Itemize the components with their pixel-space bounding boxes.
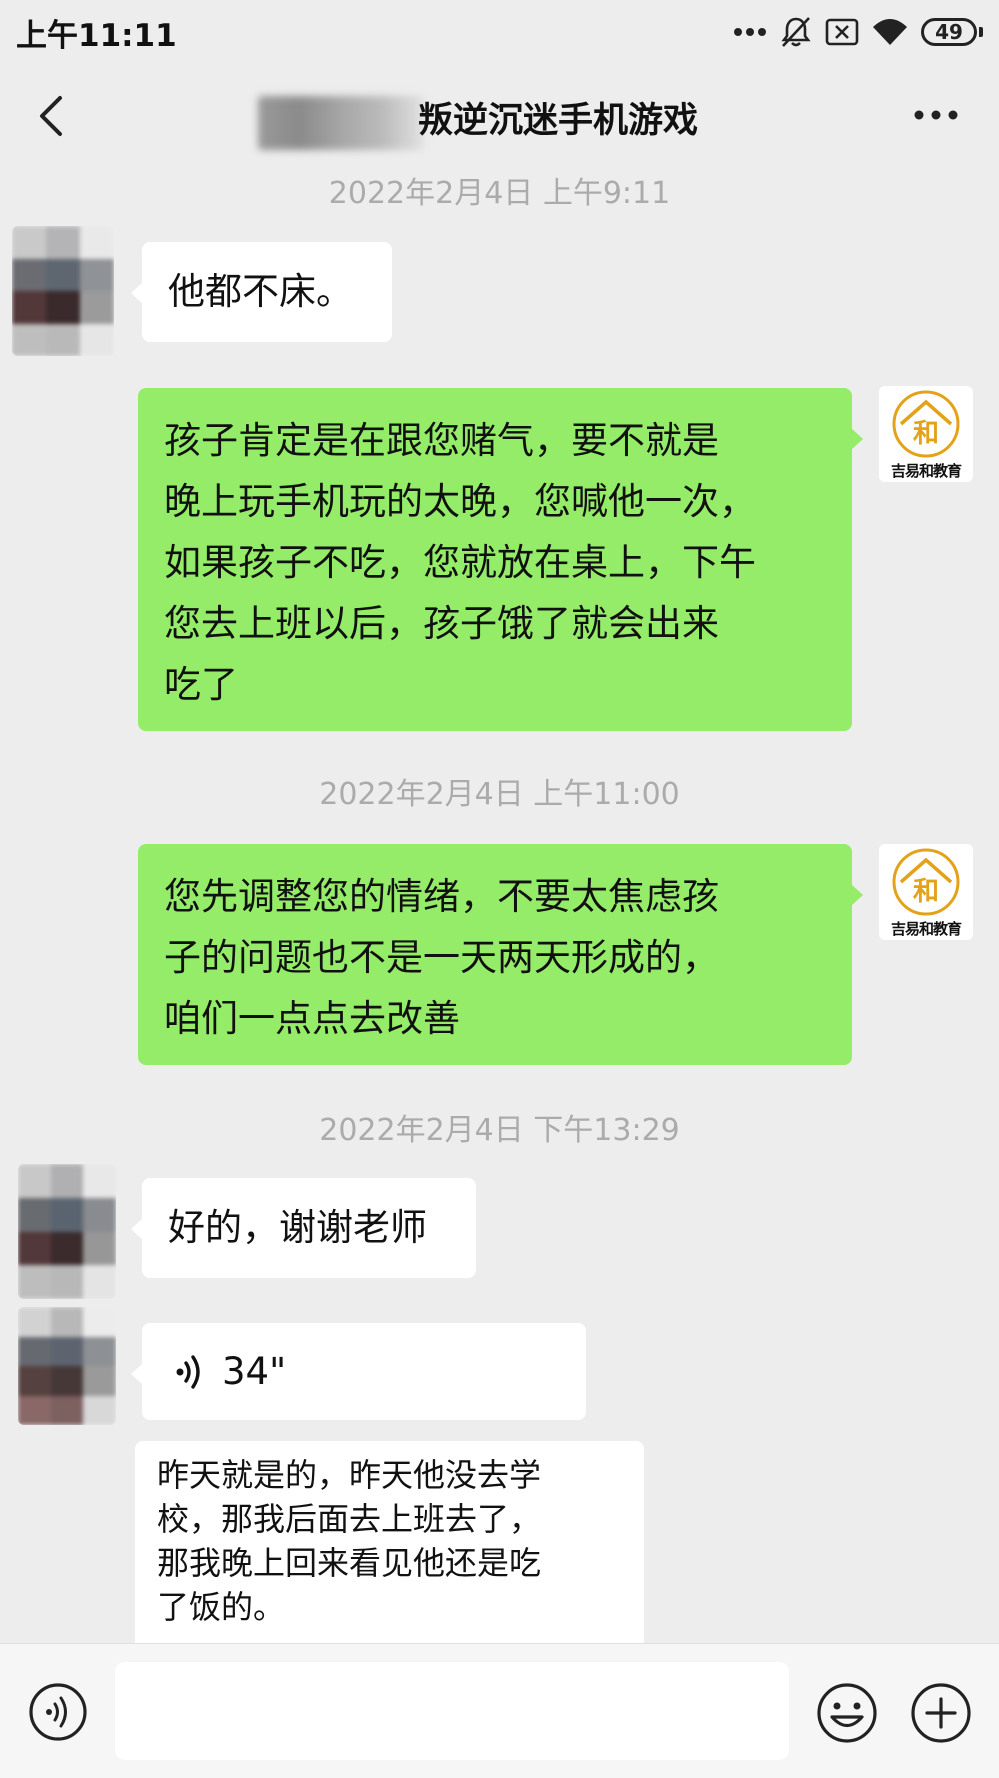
svg-text:和: 和: [913, 877, 939, 907]
svg-text:和: 和: [913, 419, 939, 449]
more-options-icon[interactable]: [913, 100, 959, 130]
back-arrow-icon[interactable]: [30, 92, 78, 140]
status-time: 上午11:11: [16, 18, 177, 54]
message-timestamp: 2022年2月4日 上午9:11: [328, 176, 671, 211]
no-sim-icon: [825, 18, 859, 46]
message-timestamp: 2022年2月4日 上午11:00: [319, 777, 680, 812]
input-bar: [0, 1643, 999, 1778]
more-dots-icon: [734, 28, 766, 36]
transcription-text: 昨天就是的，昨天他没去学 校，那我后面去上班去了， 那我晚上回来看见他还是吃 了…: [157, 1456, 542, 1626]
redacted-contact-name: [258, 96, 424, 150]
message-text: 他都不床。: [168, 270, 353, 313]
avatar[interactable]: [18, 1307, 116, 1425]
sender-logo-avatar[interactable]: 和 吉易和教育: [879, 386, 973, 482]
avatar[interactable]: [18, 1164, 116, 1299]
incoming-message-bubble[interactable]: 他都不床。: [131, 242, 392, 342]
status-icons: 49: [733, 12, 983, 52]
voice-message-bubble[interactable]: 34": [131, 1323, 586, 1420]
logo-label: 吉易和教育: [890, 920, 962, 938]
avatar[interactable]: [12, 226, 114, 356]
message-input[interactable]: [115, 1662, 789, 1760]
status-bar: 上午11:11 49: [0, 0, 999, 62]
chat-header: 叛逆沉迷手机游戏: [0, 62, 999, 170]
outgoing-message-bubble[interactable]: 孩子肯定是在跟您赌气，要不就是 晚上玩手机玩的太晚，您喊他一次， 如果孩子不吃，…: [138, 388, 863, 731]
mute-icon: [781, 17, 811, 47]
message-timestamp: 2022年2月4日 下午13:29: [319, 1113, 680, 1148]
message-text: 孩子肯定是在跟您赌气，要不就是 晚上玩手机玩的太晚，您喊他一次， 如果孩子不吃，…: [164, 419, 756, 706]
plus-icon[interactable]: [910, 1682, 972, 1744]
voice-transcription[interactable]: 昨天就是的，昨天他没去学 校，那我后面去上班去了， 那我晚上回来看见他还是吃 了…: [135, 1441, 644, 1651]
incoming-message-bubble[interactable]: 好的，谢谢老师: [131, 1178, 476, 1278]
message-text: 好的，谢谢老师: [168, 1206, 427, 1249]
sender-logo-avatar[interactable]: 和 吉易和教育: [879, 844, 973, 940]
wifi-icon: [873, 19, 907, 45]
voice-input-icon[interactable]: [28, 1682, 88, 1742]
emoji-icon[interactable]: [816, 1682, 878, 1744]
voice-duration: 34": [222, 1350, 287, 1393]
battery-level: 49: [921, 18, 977, 46]
outgoing-message-bubble[interactable]: 您先调整您的情绪，不要太焦虑孩 子的问题也不是一天两天形成的， 咱们一点点去改善: [138, 844, 863, 1065]
house-logo-icon: 和: [892, 848, 960, 916]
message-text: 您先调整您的情绪，不要太焦虑孩 子的问题也不是一天两天形成的， 咱们一点点去改善: [164, 875, 719, 1040]
battery-icon: 49: [921, 18, 983, 46]
voice-wave-icon: [176, 1354, 200, 1389]
house-logo-icon: 和: [892, 390, 960, 458]
chat-title: 叛逆沉迷手机游戏: [418, 101, 699, 141]
logo-label: 吉易和教育: [890, 462, 962, 480]
